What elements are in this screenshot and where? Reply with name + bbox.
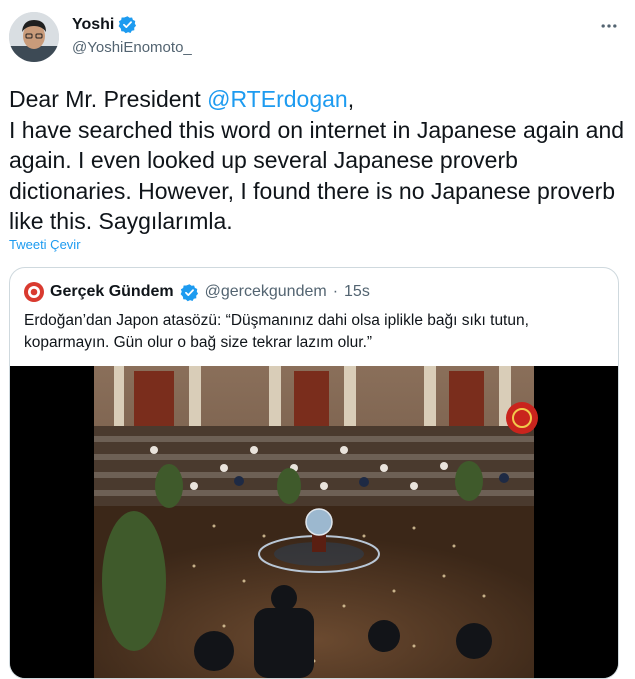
author-handle[interactable]: @YoshiEnomoto_: [72, 39, 192, 56]
verified-badge-icon: [118, 15, 137, 34]
quoted-tweet-card[interactable]: Gerçek Gündem @gercekgundem · 15s Erdoğa…: [9, 267, 619, 679]
quoted-author-avatar: [24, 282, 44, 302]
more-options-icon[interactable]: [597, 14, 621, 38]
quoted-tweet-text: Erdoğan’dan Japon atasözü: “Düşmanınız d…: [24, 312, 529, 351]
author-display-name[interactable]: Yoshi: [72, 16, 114, 34]
quoted-video[interactable]: [10, 366, 618, 678]
author-avatar[interactable]: [9, 12, 59, 62]
quoted-tweet-header: Gerçek Gündem @gercekgundem · 15s: [24, 282, 370, 302]
tweet-text-intro: Dear Mr. President: [9, 86, 208, 112]
author-name-row: Yoshi: [72, 15, 137, 34]
tweet-text: Dear Mr. President @RTErdogan, I have se…: [9, 84, 629, 237]
quoted-separator: ·: [332, 283, 339, 300]
video-frame: [10, 366, 618, 678]
verified-badge-icon: [180, 283, 199, 302]
mention-link[interactable]: @RTErdogan: [207, 86, 348, 112]
quoted-timestamp: 15s: [344, 283, 370, 300]
quoted-author-handle: @gercekgundem: [204, 283, 327, 300]
quoted-author-name: Gerçek Gündem: [50, 283, 174, 300]
avatar-photo: [9, 12, 59, 62]
translate-tweet-link[interactable]: Tweeti Çevir: [9, 237, 81, 252]
